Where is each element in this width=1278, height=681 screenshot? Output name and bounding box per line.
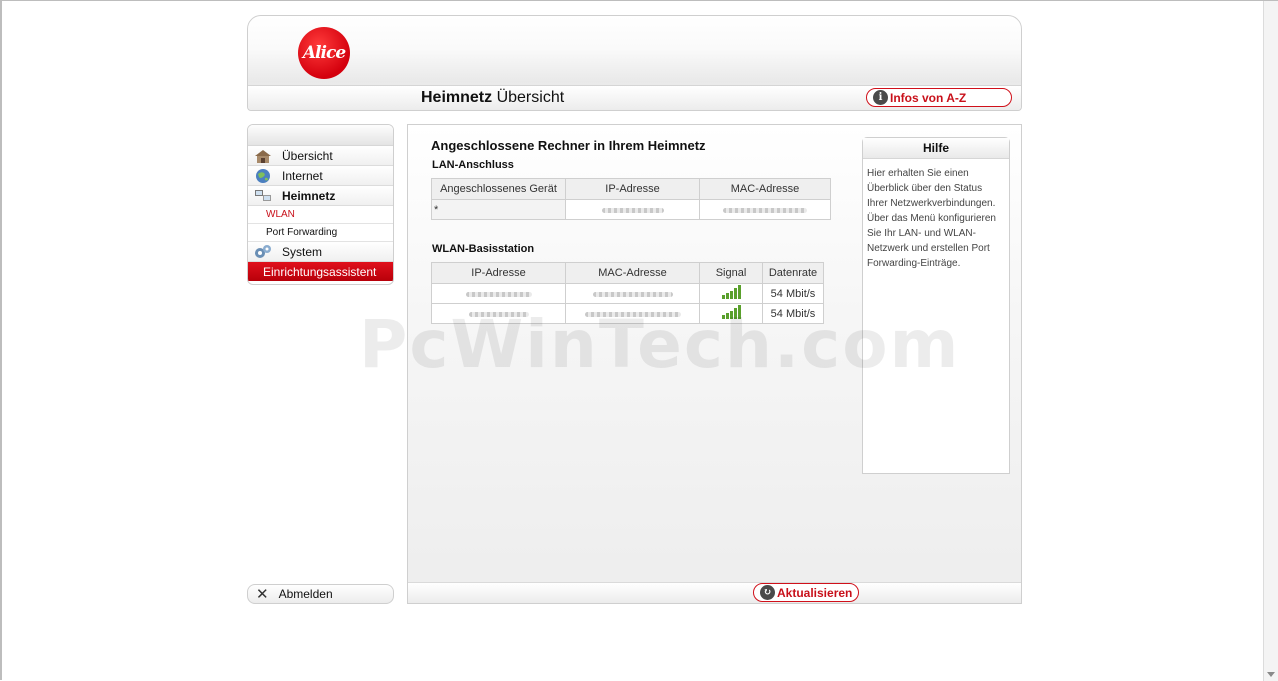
alice-logo[interactable]: Alice: [298, 27, 350, 79]
signal-cell: [699, 283, 763, 304]
device-cell: *: [431, 199, 566, 220]
setup-wizard-label: Einrichtungsassistent: [263, 264, 377, 279]
wlan-section-title: WLAN-Basisstation: [432, 243, 535, 255]
sidebar-subitem-port-forwarding[interactable]: Port Forwarding: [248, 224, 393, 242]
column-header: Signal: [699, 262, 763, 284]
watermark: PcWinTech.com: [359, 306, 961, 383]
table-header-row: Angeschlossenes Gerät IP-Adresse MAC-Adr…: [431, 178, 831, 200]
logout-label: Abmelden: [278, 587, 333, 601]
refresh-label: Aktualisieren: [777, 585, 853, 600]
lan-section-title: LAN-Anschluss: [432, 159, 514, 171]
help-text: Hier erhalten Sie einen Überblick über d…: [867, 168, 996, 269]
page-title-section: Heimnetz: [421, 89, 493, 106]
scroll-down-arrow-icon[interactable]: [1267, 672, 1275, 677]
logout-button[interactable]: ✕ Abmelden: [247, 584, 394, 604]
content-footer: ↻ Aktualisieren: [408, 582, 1021, 603]
redacted-mac: [723, 207, 807, 213]
sidebar-item-internet[interactable]: Internet: [248, 166, 393, 186]
sidebar-item-label: Übersicht: [282, 148, 333, 163]
sidebar-item-label: Internet: [282, 168, 323, 183]
sidebar-item-heimnetz[interactable]: Heimnetz: [248, 186, 393, 206]
sidebar-item-label: System: [282, 244, 323, 259]
column-header: IP-Adresse: [565, 178, 700, 200]
sidebar-subitem-wlan[interactable]: WLAN: [248, 206, 393, 224]
sidebar-nav: Übersicht Internet Heimnetz WLAN Port Fo…: [247, 124, 394, 285]
column-header: Angeschlossenes Gerät: [431, 178, 566, 200]
sidebar-item-label: Heimnetz: [282, 188, 336, 203]
redacted-mac: [592, 291, 673, 297]
table-row: *: [431, 199, 831, 220]
infos-a-z-button[interactable]: i Infos von A-Z: [866, 88, 1012, 107]
redacted-ip: [465, 291, 532, 297]
sidebar-item-uebersicht[interactable]: Übersicht: [248, 146, 393, 166]
datarate-cell: 54 Mbit/s: [762, 283, 824, 304]
globe-icon: [254, 168, 272, 183]
vertical-scrollbar[interactable]: [1263, 1, 1278, 681]
sidebar-item-system[interactable]: System: [248, 242, 393, 262]
infos-a-z-label: Infos von A-Z: [890, 90, 967, 105]
sidebar-top: [248, 125, 393, 146]
close-icon: ✕: [256, 585, 269, 603]
sidebar-subitem-label: WLAN: [266, 209, 295, 220]
ip-cell: [431, 283, 566, 304]
mac-cell: [565, 283, 700, 304]
column-header: Datenrate: [762, 262, 824, 284]
signal-strength-icon: [721, 285, 741, 299]
column-header: MAC-Adresse: [699, 178, 831, 200]
table-row: 54 Mbit/s: [431, 283, 824, 304]
network-computers-icon: [254, 189, 272, 203]
gears-icon: [254, 244, 272, 259]
content-heading: Angeschlossene Rechner in Ihrem Heimnetz: [431, 138, 706, 153]
mac-cell: [699, 199, 831, 220]
setup-wizard-button[interactable]: Einrichtungsassistent: [248, 262, 393, 281]
page-header: Alice Heimnetz Übersicht i Infos von A-Z: [247, 15, 1022, 111]
refresh-button[interactable]: ↻ Aktualisieren: [753, 583, 859, 602]
house-icon: [254, 149, 272, 163]
sidebar-subitem-label: Port Forwarding: [266, 227, 338, 238]
page-title-page: Übersicht: [496, 89, 565, 106]
redacted-ip: [601, 207, 664, 213]
table-header-row: IP-Adresse MAC-Adresse Signal Datenrate: [431, 262, 824, 284]
ip-cell: [565, 199, 700, 220]
page-title: Heimnetz Übersicht: [421, 89, 564, 107]
column-header: IP-Adresse: [431, 262, 566, 284]
info-icon: i: [873, 90, 888, 105]
help-title: Hilfe: [863, 138, 1009, 159]
refresh-icon: ↻: [760, 585, 775, 600]
header-bar: Heimnetz Übersicht i Infos von A-Z: [248, 85, 1021, 110]
lan-table: Angeschlossenes Gerät IP-Adresse MAC-Adr…: [431, 178, 831, 220]
column-header: MAC-Adresse: [565, 262, 700, 284]
